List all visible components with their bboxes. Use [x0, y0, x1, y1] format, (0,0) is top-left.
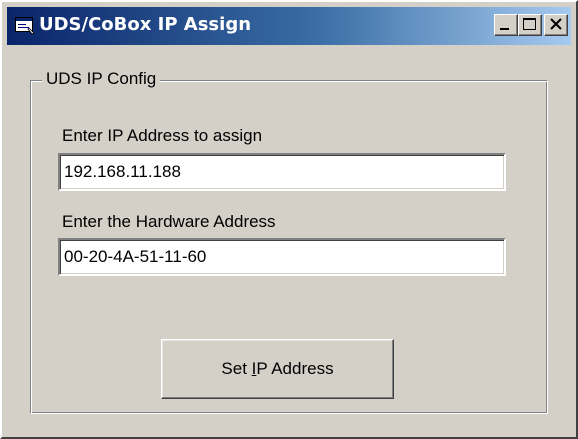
- title-bar[interactable]: UDS/CoBox IP Assign: [7, 7, 571, 45]
- hardware-address-input[interactable]: [58, 238, 506, 276]
- main-window: UDS/CoBox IP Assign UDS IP Config Enter …: [0, 0, 578, 439]
- set-button-label-after: P Address: [256, 359, 334, 378]
- group-legend: UDS IP Config: [42, 69, 161, 89]
- set-button-label-before: Set: [221, 359, 252, 378]
- close-button[interactable]: [544, 14, 568, 36]
- ip-address-label: Enter IP Address to assign: [62, 126, 263, 145]
- minimize-button[interactable]: [494, 14, 518, 36]
- ip-address-input[interactable]: [58, 153, 506, 191]
- maximize-icon: [523, 18, 536, 30]
- set-ip-address-button[interactable]: Set IP Address: [161, 339, 394, 399]
- close-icon: [550, 18, 562, 30]
- minimize-icon: [500, 28, 509, 30]
- hardware-address-label: Enter the Hardware Address: [62, 212, 276, 231]
- app-window-icon[interactable]: [15, 17, 35, 35]
- window-title: UDS/CoBox IP Assign: [39, 14, 252, 35]
- maximize-button[interactable]: [518, 14, 542, 36]
